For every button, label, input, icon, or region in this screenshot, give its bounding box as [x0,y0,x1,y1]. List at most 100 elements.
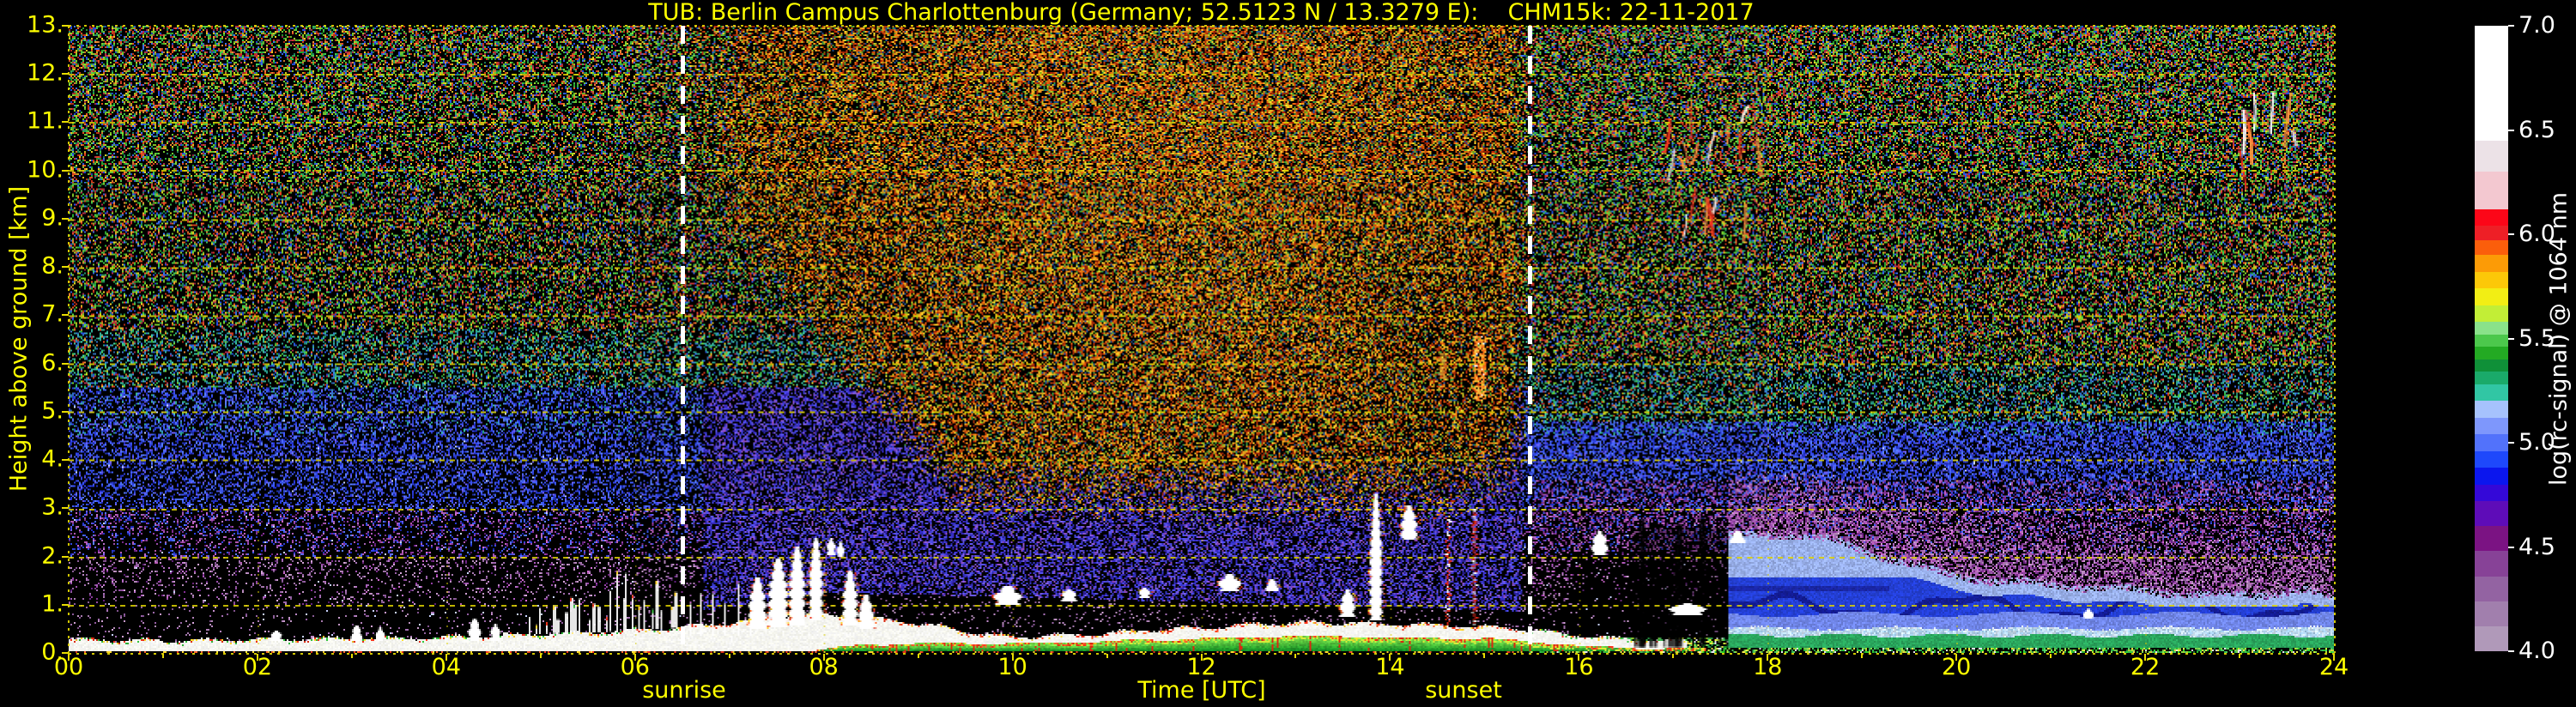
x-tick-mark [1011,654,1014,661]
x-tick-mark [256,654,258,661]
colorbar-segment [2475,432,2508,451]
y-tick-mark [62,266,69,269]
colorbar-segment [2475,524,2508,552]
y-tick-mark [62,314,69,317]
colorbar-segment [2475,600,2508,626]
colorbar-segment [2475,253,2508,272]
colorbar-segment [2475,549,2508,577]
y-tick-mark [62,362,69,365]
x-tick-mark [1767,654,1769,661]
plot-spine-left [68,26,70,653]
colorbar-segment [2475,450,2508,468]
plot-area [69,26,2334,653]
y-tick-label: 1. [41,590,64,618]
colorbar-segment [2475,320,2508,335]
sunset-label: sunset [1425,677,1502,704]
y-tick-label: 0. [41,638,64,666]
y-tick-label: 5. [41,397,64,425]
y-tick-label: 9. [41,204,64,232]
colorbar-segment [2475,270,2508,289]
colorbar-segment [2475,370,2508,384]
x-minor-tick-mark [1483,654,1486,658]
colorbar-segment [2475,625,2508,651]
x-minor-tick-mark [161,654,164,658]
x-minor-tick-mark [1861,654,1864,658]
y-tick-label: 11. [27,107,64,135]
colorbar [2475,26,2508,651]
y-axis-label: Height above ground [km] [5,185,33,492]
y-tick-label: 12. [27,59,64,87]
x-tick-mark [2144,654,2147,661]
colorbar-tick-label: 5.5 [2518,324,2555,352]
x-tick-mark [1200,654,1203,661]
x-minor-tick-mark [1672,654,1675,658]
colorbar-tick-mark [2508,129,2514,131]
sunset-line [1528,26,1532,653]
colorbar-segment [2475,239,2508,256]
y-tick-label: 6. [41,349,64,377]
colorbar-segment [2475,287,2508,305]
plot-spine-right [2334,26,2336,653]
colorbar-tick-label: 7.0 [2518,12,2555,39]
x-tick-mark [1389,654,1391,661]
colorbar-segment [2475,499,2508,527]
colorbar-segment [2475,139,2508,172]
sunrise-line [681,26,685,653]
backscatter-heatmap-canvas [69,26,2334,653]
chart-title: TUB: Berlin Campus Charlottenburg (Germa… [648,0,1755,26]
y-tick-mark [62,73,69,76]
x-tick-mark [445,654,447,661]
colorbar-tick-label: 4.5 [2518,533,2555,560]
y-tick-mark [62,507,69,510]
x-tick-mark [633,654,636,661]
colorbar-segment [2475,26,2508,141]
colorbar-tick-label: 6.0 [2518,221,2555,247]
y-tick-mark [62,652,69,654]
colorbar-tick-label: 4.0 [2518,638,2555,664]
x-minor-tick-mark [917,654,919,658]
x-minor-tick-mark [2050,654,2052,658]
colorbar-tick-mark [2508,233,2514,235]
x-minor-tick-mark [1106,654,1108,658]
y-tick-mark [62,459,69,462]
y-tick-mark [62,25,69,27]
x-tick-mark [2333,654,2335,661]
colorbar-tick-mark [2508,25,2514,27]
colorbar-segment [2475,575,2508,601]
x-minor-tick-mark [2239,654,2241,658]
colorbar-segment [2475,208,2508,227]
x-axis-label: Time [UTC] [1137,677,1266,704]
x-minor-tick-mark [1294,654,1297,658]
colorbar-segment [2475,399,2508,418]
colorbar-tick-mark [2508,650,2514,652]
x-minor-tick-mark [350,654,353,658]
y-tick-label: 8. [41,252,64,280]
x-tick-mark [1955,654,1958,661]
colorbar-segment [2475,170,2508,209]
colorbar-segment [2475,416,2508,435]
y-tick-mark [62,410,69,413]
x-minor-tick-mark [539,654,542,658]
x-minor-tick-mark [728,654,730,658]
colorbar-segment [2475,466,2508,485]
colorbar-segment [2475,345,2508,360]
colorbar-segment [2475,383,2508,402]
colorbar-segment [2475,483,2508,502]
sunrise-label: sunrise [642,677,726,704]
y-tick-label: 13. [27,11,64,39]
colorbar-tick-mark [2508,546,2514,548]
y-tick-label: 10. [27,156,64,184]
ceilometer-figure: TUB: Berlin Campus Charlottenburg (Germa… [0,0,2576,707]
y-tick-mark [62,217,69,220]
x-tick-mark [1578,654,1580,661]
x-tick-mark [68,654,70,661]
y-tick-mark [62,169,69,172]
y-tick-mark [62,603,69,606]
colorbar-tick-label: 6.5 [2518,116,2555,143]
y-tick-mark [62,555,69,558]
x-tick-mark [822,654,825,661]
colorbar-tick-mark [2508,337,2514,340]
y-tick-label: 2. [41,541,64,569]
y-tick-label: 4. [41,445,64,473]
y-tick-mark [62,121,69,124]
